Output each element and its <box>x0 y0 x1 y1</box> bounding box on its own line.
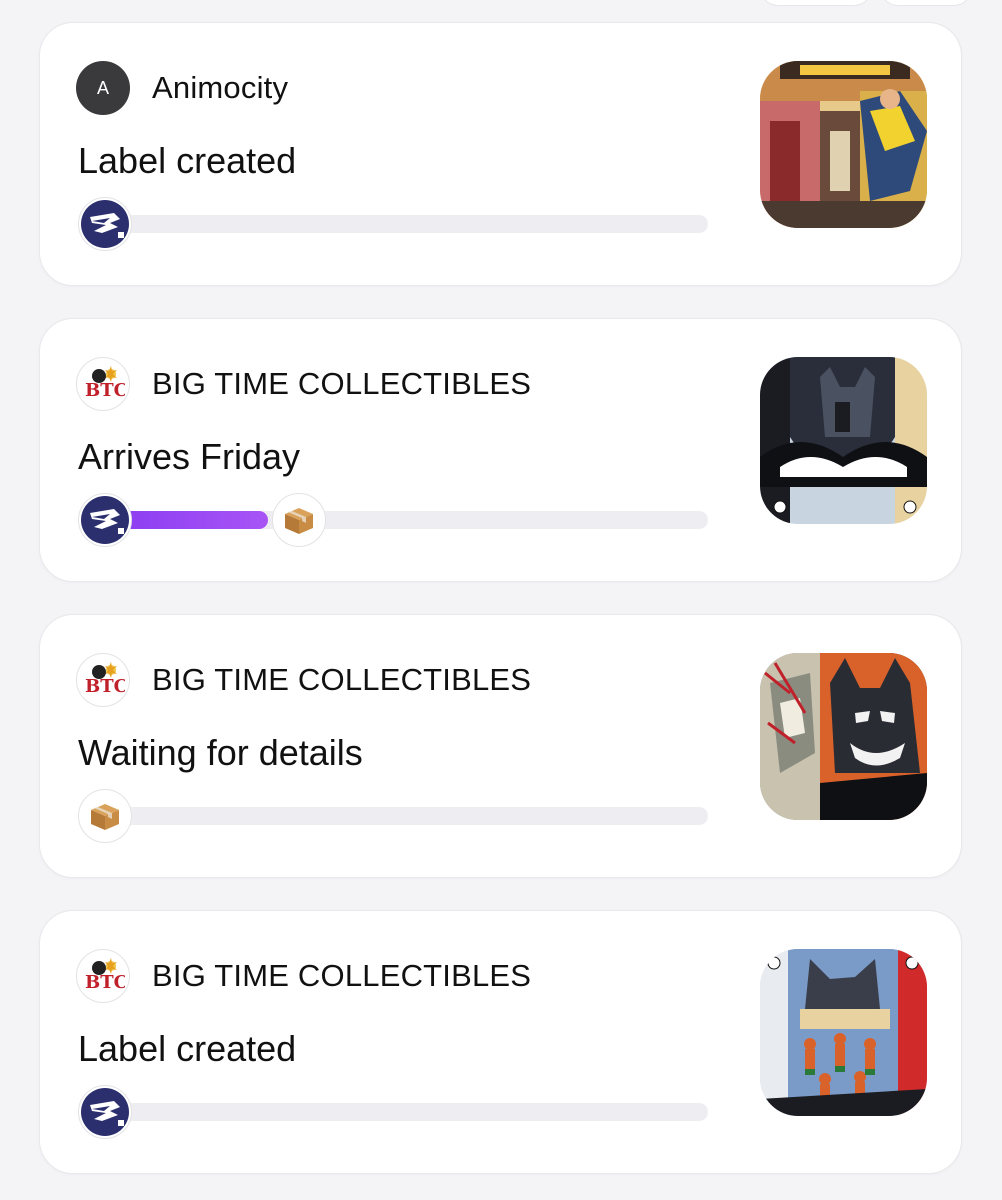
shipment-status: Waiting for details <box>78 732 363 773</box>
progress-tracker <box>78 1085 708 1139</box>
comic-cover-thumbnail <box>760 357 927 524</box>
cardboard-box-icon <box>272 493 326 547</box>
progress-track <box>108 1103 708 1121</box>
usps-icon <box>78 197 132 251</box>
progress-tracker <box>78 493 708 547</box>
previous-item-edge <box>760 0 872 6</box>
progress-tracker <box>78 197 708 251</box>
merchant-name: BIG TIME COLLECTIBLES <box>152 662 532 697</box>
merchant-name: Animocity <box>152 70 289 105</box>
usps-icon <box>78 1085 132 1139</box>
progress-track <box>108 215 708 233</box>
big-time-collectibles-logo: BTC <box>76 653 130 707</box>
cardboard-box-icon <box>78 789 132 843</box>
shipment-status: Label created <box>78 1028 297 1069</box>
svg-text:BTC: BTC <box>85 676 125 697</box>
shipment-status: Arrives Friday <box>78 436 301 477</box>
progress-tracker <box>78 789 708 843</box>
merchant-avatar: A <box>76 61 130 115</box>
merchant-name: BIG TIME COLLECTIBLES <box>152 366 532 401</box>
progress-fill <box>108 511 268 529</box>
comic-cover-thumbnail <box>760 949 927 1116</box>
progress-track <box>108 807 708 825</box>
merchant-initial: A <box>96 77 109 98</box>
shipment-card[interactable]: A Animocity Label created <box>39 22 962 286</box>
comic-cover-thumbnail <box>760 61 927 228</box>
shipment-card[interactable]: BTC BIG TIME COLLECTIBLES Arrives Friday <box>39 318 962 582</box>
shipment-card[interactable]: BTC BIG TIME COLLECTIBLES Label created <box>39 910 962 1174</box>
shipment-status: Label created <box>78 140 297 181</box>
shipment-card[interactable]: BTC BIG TIME COLLECTIBLES Waiting for de… <box>39 614 962 878</box>
svg-text:BTC: BTC <box>85 380 125 401</box>
svg-text:BTC: BTC <box>85 972 125 993</box>
previous-item-edge <box>880 0 972 6</box>
comic-cover-thumbnail <box>760 653 927 820</box>
big-time-collectibles-logo: BTC <box>76 357 130 411</box>
usps-icon <box>78 493 132 547</box>
merchant-name: BIG TIME COLLECTIBLES <box>152 958 532 993</box>
big-time-collectibles-logo: BTC <box>76 949 130 1003</box>
